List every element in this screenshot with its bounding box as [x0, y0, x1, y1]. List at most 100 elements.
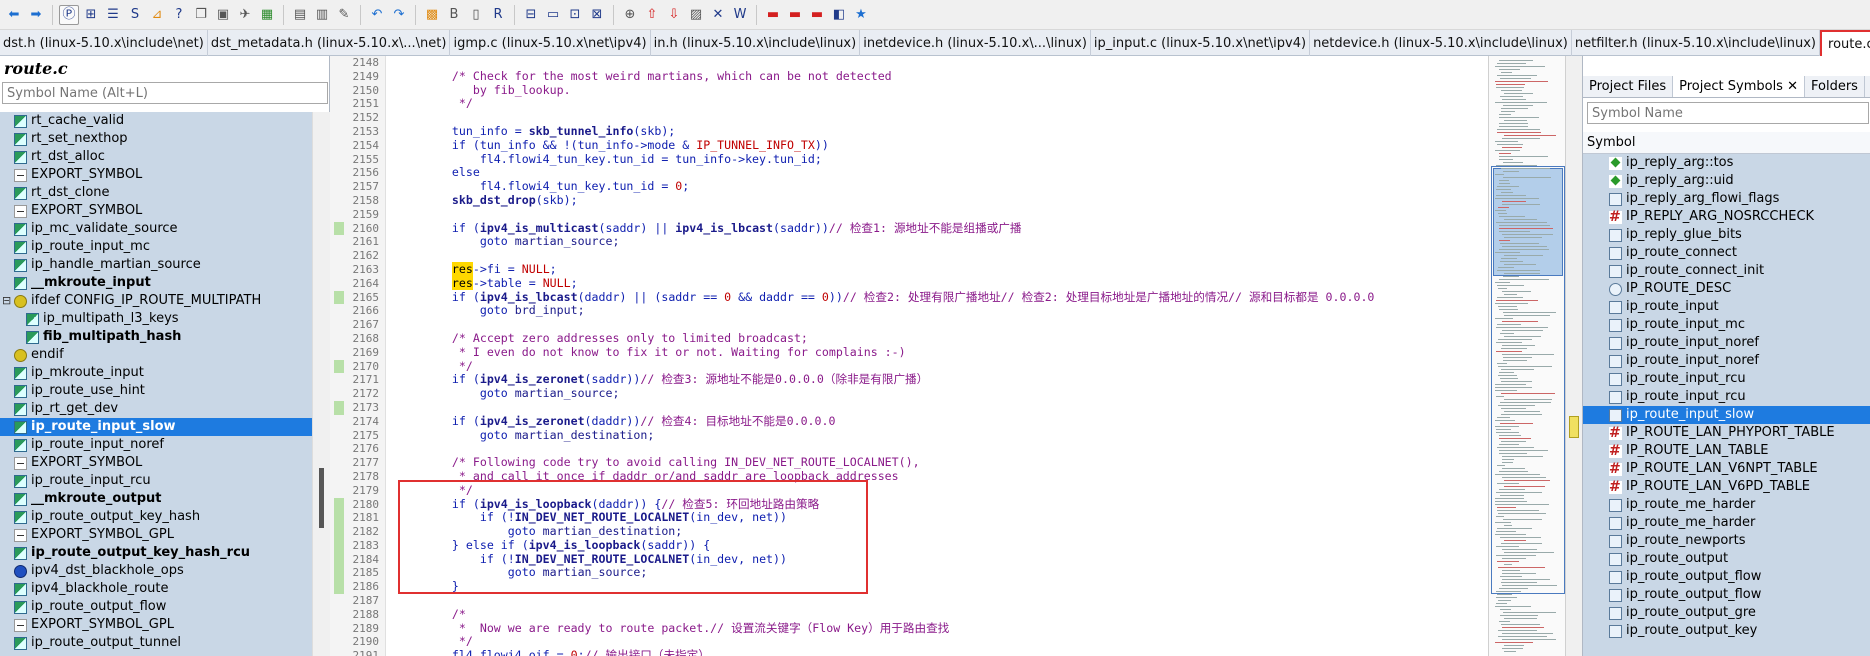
code-line[interactable]: by fib_lookup.	[386, 83, 1488, 98]
star-icon[interactable]: ★	[851, 5, 871, 25]
up-icon[interactable]: ⇧	[642, 5, 662, 25]
project-symbol-item[interactable]: IP_REPLY_ARG_NOSRCCHECK	[1583, 208, 1870, 226]
symbol-search-input[interactable]	[2, 82, 328, 104]
code-line[interactable]: */	[386, 96, 1488, 111]
copy-icon[interactable]: ❐	[191, 5, 211, 25]
code-line[interactable]: } else if (ipv4_is_loopback(saddr)) {	[386, 538, 1488, 553]
project-symbol-item[interactable]: ip_reply_arg_flowi_flags	[1583, 190, 1870, 208]
tree-icon[interactable]: ⊞	[81, 5, 101, 25]
code-line[interactable]: */	[386, 483, 1488, 498]
symbol-list-item[interactable]: __mkroute_output	[0, 490, 312, 508]
r-icon[interactable]: R	[488, 5, 508, 25]
file-tab[interactable]: route.c (linux-5.10.x\net\ipv4)	[1820, 30, 1870, 56]
code-line[interactable]	[386, 442, 1488, 456]
project-symbol-item[interactable]: ip_route_connect_init	[1583, 262, 1870, 280]
code-line[interactable]	[386, 594, 1488, 608]
project-symbol-item[interactable]: ip_route_input_noref	[1583, 352, 1870, 370]
code-line[interactable]: if (ipv4_is_multicast(saddr) || ipv4_is_…	[386, 221, 1488, 236]
symbol-list-item[interactable]: rt_cache_valid	[0, 112, 312, 130]
code-line[interactable]: */	[386, 359, 1488, 374]
code-line[interactable]	[386, 401, 1488, 415]
layout2-icon[interactable]: ▭	[543, 5, 563, 25]
symbol-column-header[interactable]: Symbol	[1583, 132, 1870, 154]
code-line[interactable]: goto martian_source;	[386, 234, 1488, 249]
project-symbol-item[interactable]: ip_reply_arg::uid	[1583, 172, 1870, 190]
project-symbol-item[interactable]: ip_route_me_harder	[1583, 496, 1870, 514]
down-icon[interactable]: ⇩	[664, 5, 684, 25]
code-line[interactable]: fl4.flowi4_oif = 0;// 输出接口（未指定）	[386, 648, 1488, 656]
scrollbar-thumb[interactable]	[319, 468, 324, 528]
symbol-list-item[interactable]: ipv4_blackhole_route	[0, 580, 312, 598]
project-symbol-item[interactable]: IP_ROUTE_LAN_PHYPORT_TABLE	[1583, 424, 1870, 442]
project-symbol-item[interactable]: ip_route_input_rcu	[1583, 370, 1870, 388]
symbol-list-item[interactable]: endif	[0, 346, 312, 364]
graph-icon[interactable]: ⊿	[147, 5, 167, 25]
project-symbol-item[interactable]: ip_route_input_noref	[1583, 334, 1870, 352]
code-line[interactable]: fl4.flowi4_tun_key.tun_id = tun_info->ke…	[386, 152, 1488, 167]
bookmark3-icon[interactable]: ▬	[807, 5, 827, 25]
code-line[interactable]: * Now we are ready to route packet.// 设置…	[386, 621, 1488, 636]
code-line[interactable]: if (tun_info && !(tun_info->mode & IP_TU…	[386, 138, 1488, 153]
file-tab[interactable]: netfilter.h (linux-5.10.x\include\linux)	[1572, 30, 1821, 56]
project-symbol-item[interactable]: ip_route_input_mc	[1583, 316, 1870, 334]
code-line[interactable]: skb_dst_drop(skb);	[386, 193, 1488, 208]
layout4-icon[interactable]: ⊠	[587, 5, 607, 25]
file-tab[interactable]: dst_metadata.h (linux-5.10.x\...\net)	[208, 30, 451, 56]
zoom-icon[interactable]: ⊕	[620, 5, 640, 25]
code-line[interactable]: if (ipv4_is_loopback(daddr)) {// 检查5: 环回…	[386, 497, 1488, 512]
s-icon[interactable]: S	[125, 5, 145, 25]
symbol-list-item[interactable]: ⊟ ifdef CONFIG_IP_ROUTE_MULTIPATH	[0, 292, 312, 310]
wiki-icon[interactable]: W	[730, 5, 750, 25]
file-tab[interactable]: inetdevice.h (linux-5.10.x\...\linux)	[860, 30, 1091, 56]
symbol-list-item[interactable]: fib_multipath_hash	[0, 328, 312, 346]
symbol-list-item[interactable]: ip_route_output_flow	[0, 598, 312, 616]
code-line[interactable]: goto brd_input;	[386, 303, 1488, 318]
paste-icon[interactable]: ▣	[213, 5, 233, 25]
redo-icon[interactable]: ↷	[389, 5, 409, 25]
symbol-list-item[interactable]: rt_set_nexthop	[0, 130, 312, 148]
code-line[interactable]: }	[386, 579, 1488, 594]
symbol-list-item[interactable]: ip_route_input_noref	[0, 436, 312, 454]
book-icon[interactable]: ▯	[466, 5, 486, 25]
symbol-list-item[interactable]: ip_rt_get_dev	[0, 400, 312, 418]
file-tab[interactable]: ip_input.c (linux-5.10.x\net\ipv4)	[1091, 30, 1311, 56]
symbol-list-item[interactable]: ip_route_output_key_hash_rcu	[0, 544, 312, 562]
project-symbol-item[interactable]: IP_ROUTE_LAN_V6PD_TABLE	[1583, 478, 1870, 496]
p-icon[interactable]: Ⓟ	[59, 4, 79, 25]
symbol-list-item[interactable]: EXPORT_SYMBOL_GPL	[0, 526, 312, 544]
code-line[interactable]: /* Check for the most weird martians, wh…	[386, 69, 1488, 84]
symbol-list-item[interactable]: rt_dst_alloc	[0, 148, 312, 166]
panel-tab[interactable]: Folders	[1805, 76, 1865, 97]
code-line[interactable]: tun_info = skb_tunnel_info(skb);	[386, 124, 1488, 139]
back-arrow[interactable]: ⬅	[4, 5, 24, 25]
symbol-list-item[interactable]: EXPORT_SYMBOL	[0, 454, 312, 472]
relation-minimap[interactable]	[1488, 56, 1566, 656]
page-icon[interactable]: ▤	[290, 5, 310, 25]
clip-icon[interactable]: ✎	[334, 5, 354, 25]
code-line[interactable]	[386, 56, 1488, 70]
bird-icon[interactable]: ✈	[235, 5, 255, 25]
code-line[interactable]	[386, 111, 1488, 125]
symbol-list-scrollbar[interactable]	[312, 112, 330, 656]
project-symbol-item[interactable]: ip_reply_arg::tos	[1583, 154, 1870, 172]
symbol-list-item[interactable]: ip_mc_validate_source	[0, 220, 312, 238]
file-tab[interactable]: dst.h (linux-5.10.x\include\net)	[0, 30, 208, 56]
symbol-list-item[interactable]: ip_multipath_l3_keys	[0, 310, 312, 328]
code-line[interactable]: res->table = NULL;	[386, 275, 1488, 291]
project-symbol-item[interactable]: ip_route_input_slow	[1583, 406, 1870, 424]
code-line[interactable]: */	[386, 635, 1488, 649]
symbol-list-item[interactable]: EXPORT_SYMBOL	[0, 166, 312, 184]
project-symbol-item[interactable]: IP_ROUTE_DESC	[1583, 280, 1870, 298]
code-line[interactable]: if (ipv4_is_lbcast(daddr) || (saddr == 0…	[386, 290, 1488, 305]
code-line[interactable]: * I even do not know to fix it or not. W…	[386, 345, 1488, 360]
project-symbol-item[interactable]: IP_ROUTE_LAN_V6NPT_TABLE	[1583, 460, 1870, 478]
code-line[interactable]: goto martian_destination;	[386, 428, 1488, 443]
code-line[interactable]: /* Following code try to avoid calling I…	[386, 455, 1488, 470]
project-symbol-item[interactable]: ip_route_output_flow	[1583, 568, 1870, 586]
code-line[interactable]: goto martian_source;	[386, 566, 1488, 580]
code-line[interactable]: /*	[386, 607, 1488, 622]
bookmark2-icon[interactable]: ▬	[785, 5, 805, 25]
file-tab[interactable]: netdevice.h (linux-5.10.x\include\linux)	[1310, 30, 1572, 56]
code-line[interactable]: if (!IN_DEV_NET_ROUTE_LOCALNET(in_dev, n…	[386, 510, 1488, 525]
help-icon[interactable]: ?	[169, 5, 189, 25]
